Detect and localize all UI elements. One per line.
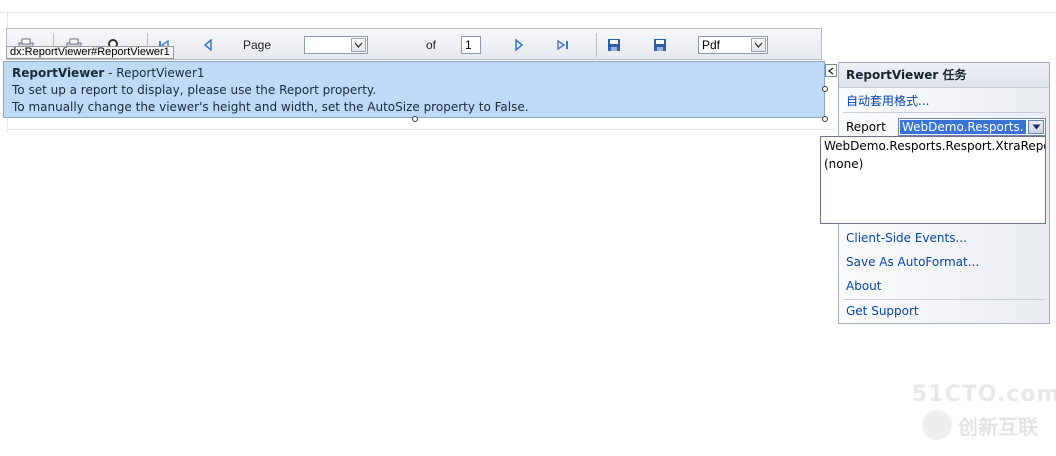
page-count-box: 1 bbox=[461, 36, 481, 54]
smart-tag-button[interactable] bbox=[825, 64, 837, 77]
viewer-title-name: ReportViewer bbox=[12, 66, 105, 80]
save-icon[interactable] bbox=[605, 36, 623, 53]
export-format-value: Pdf bbox=[702, 38, 721, 52]
report-viewer-placeholder[interactable]: ReportViewer - ReportViewer1 To set up a… bbox=[3, 61, 825, 118]
previous-page-icon[interactable] bbox=[199, 36, 217, 53]
viewer-hint-line-2: To manually change the viewer's height a… bbox=[12, 100, 529, 114]
viewer-title: ReportViewer - ReportViewer1 bbox=[12, 65, 824, 82]
export-format-select[interactable]: Pdf bbox=[698, 36, 768, 54]
chevron-down-icon[interactable] bbox=[1028, 120, 1044, 134]
watermark-text: 51CTO.com bbox=[912, 382, 1056, 407]
last-page-icon[interactable] bbox=[554, 36, 572, 53]
chevron-down-icon bbox=[351, 38, 366, 52]
design-surface-border-bottom bbox=[7, 129, 833, 130]
report-label: Report bbox=[846, 120, 886, 134]
report-select-value: WebDemo.Resports. bbox=[900, 120, 1026, 134]
brand-logo-icon bbox=[922, 410, 952, 440]
viewer-hint-line-1: To set up a report to display, please us… bbox=[12, 83, 377, 97]
chevron-left-icon bbox=[828, 66, 834, 75]
next-page-icon[interactable] bbox=[510, 36, 528, 53]
chevron-down-icon bbox=[751, 38, 766, 52]
viewer-title-id: - ReportViewer1 bbox=[104, 66, 205, 80]
control-id-tag: dx:ReportViewer#ReportViewer1 bbox=[6, 46, 174, 59]
dropdown-option-report[interactable]: WebDemo.Resports.Resport.XtraRepo bbox=[821, 137, 1045, 155]
report-dropdown-list: WebDemo.Resports.Resport.XtraRepo (none) bbox=[820, 136, 1046, 224]
report-select[interactable]: WebDemo.Resports. bbox=[898, 118, 1046, 136]
page-label: Page bbox=[242, 37, 272, 52]
get-support-link[interactable]: Get Support bbox=[846, 304, 919, 318]
watermark-brand: 创新互联 bbox=[958, 414, 1038, 439]
dropdown-option-none[interactable]: (none) bbox=[821, 155, 1045, 173]
resize-handle-corner[interactable] bbox=[822, 116, 828, 122]
page-select[interactable] bbox=[304, 36, 368, 54]
save-as-autoformat-link[interactable]: Save As AutoFormat... bbox=[846, 255, 979, 269]
auto-format-link[interactable]: 自动套用格式... bbox=[846, 92, 929, 109]
resize-handle-bottom[interactable] bbox=[412, 116, 418, 122]
tasks-panel-title: ReportViewer 任务 bbox=[839, 63, 1049, 88]
design-surface-border-top bbox=[0, 12, 1056, 13]
about-link[interactable]: About bbox=[846, 279, 881, 293]
client-side-events-link[interactable]: Client-Side Events... bbox=[846, 231, 967, 245]
of-label: of bbox=[425, 37, 436, 52]
save-to-window-icon[interactable] bbox=[651, 36, 669, 53]
resize-handle-right[interactable] bbox=[822, 86, 828, 92]
watermark-logo: 创新互联 bbox=[922, 410, 1038, 440]
